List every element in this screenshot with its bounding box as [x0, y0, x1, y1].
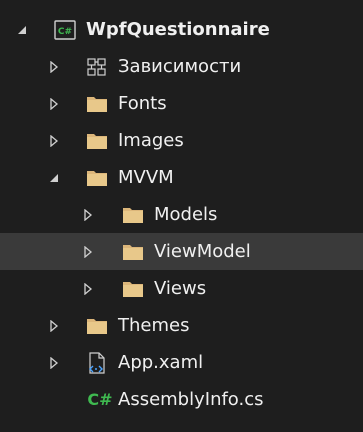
- solution-explorer-tree: C# WpfQuestionnaire Зависимости Fonts Im…: [0, 11, 363, 418]
- tree-item-label: Fonts: [118, 92, 167, 114]
- folder-icon: [122, 241, 144, 263]
- tree-item-models[interactable]: Models: [0, 196, 363, 233]
- collapsed-chevron-icon[interactable]: [48, 60, 60, 73]
- tree-item-views[interactable]: Views: [0, 270, 363, 307]
- tree-item-assemblyinfo[interactable]: C# AssemblyInfo.cs: [0, 381, 363, 418]
- svg-text:C#: C#: [58, 27, 72, 37]
- tree-item-mvvm[interactable]: MVVM: [0, 159, 363, 196]
- tree-item-dependencies[interactable]: Зависимости: [0, 48, 363, 85]
- collapsed-chevron-icon[interactable]: [48, 97, 60, 110]
- expanded-chevron-icon[interactable]: [16, 24, 28, 36]
- tree-item-label: Themes: [118, 314, 190, 336]
- tree-item-label: Зависимости: [118, 55, 242, 77]
- tree-item-label: AssemblyInfo.cs: [118, 388, 264, 410]
- dependencies-icon: [86, 56, 108, 78]
- tree-item-label: Models: [154, 203, 218, 225]
- xaml-file-icon: [86, 351, 108, 374]
- tree-item-app-xaml[interactable]: App.xaml: [0, 344, 363, 381]
- folder-icon: [122, 278, 144, 300]
- tree-item-label: MVVM: [118, 166, 174, 188]
- folder-icon: [86, 315, 108, 337]
- tree-item-project[interactable]: C# WpfQuestionnaire: [0, 11, 363, 48]
- csharp-file-icon: C#: [86, 389, 114, 411]
- tree-item-images[interactable]: Images: [0, 122, 363, 159]
- collapsed-chevron-icon[interactable]: [82, 282, 94, 295]
- collapsed-chevron-icon[interactable]: [48, 356, 60, 369]
- tree-item-viewmodel[interactable]: ViewModel: [0, 233, 363, 270]
- tree-item-fonts[interactable]: Fonts: [0, 85, 363, 122]
- expanded-chevron-icon[interactable]: [48, 172, 60, 184]
- folder-icon: [122, 204, 144, 226]
- tree-item-label: ViewModel: [154, 240, 251, 262]
- collapsed-chevron-icon[interactable]: [48, 134, 60, 147]
- collapsed-chevron-icon[interactable]: [82, 208, 94, 221]
- folder-icon: [86, 130, 108, 152]
- tree-item-label: Views: [154, 277, 207, 299]
- collapsed-chevron-icon[interactable]: [48, 319, 60, 332]
- tree-item-label: App.xaml: [118, 351, 204, 373]
- tree-item-themes[interactable]: Themes: [0, 307, 363, 344]
- folder-icon: [86, 93, 108, 115]
- folder-open-icon: [86, 167, 108, 189]
- collapsed-chevron-icon[interactable]: [82, 245, 94, 258]
- tree-item-label: WpfQuestionnaire: [86, 18, 270, 40]
- csharp-glyph: C#: [87, 390, 113, 409]
- tree-item-label: Images: [118, 129, 184, 151]
- csharp-project-icon: C#: [54, 19, 76, 41]
